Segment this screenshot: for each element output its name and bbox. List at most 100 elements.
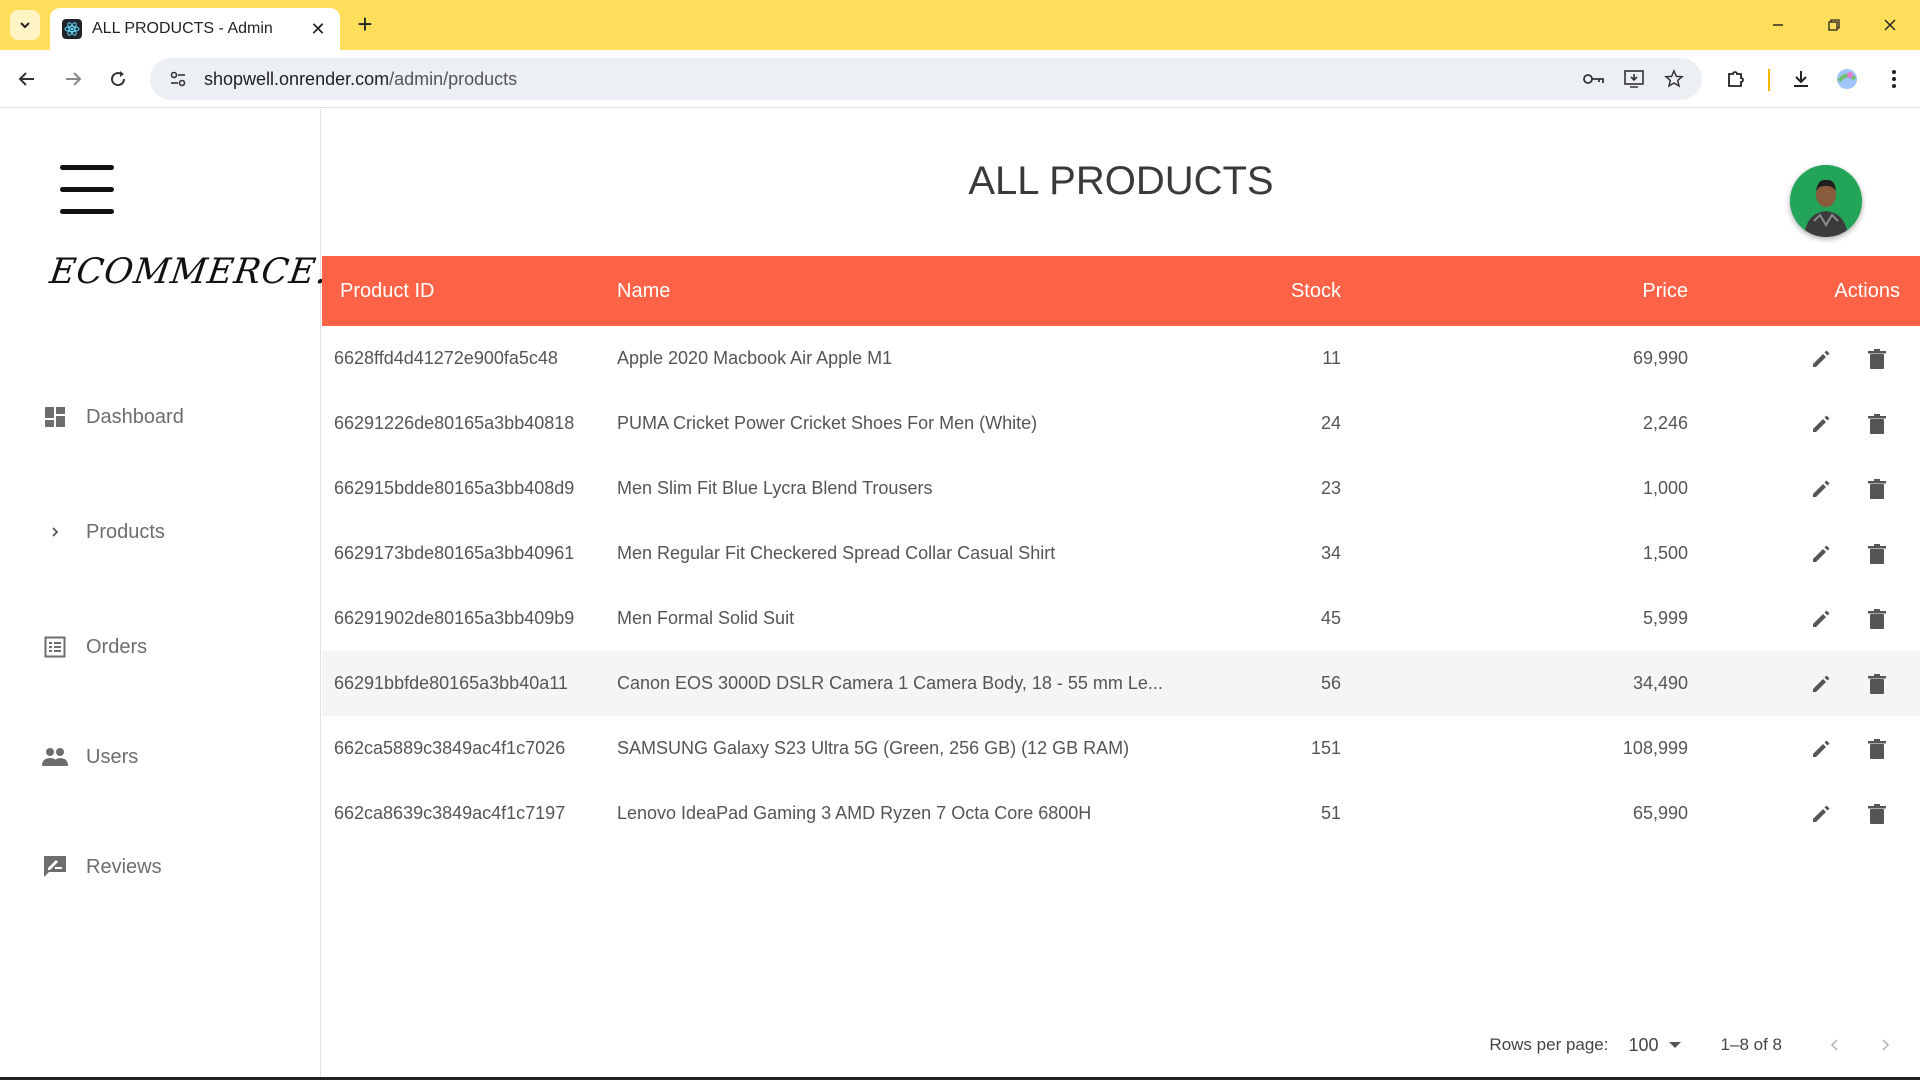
cell-name: Men Formal Solid Suit — [617, 608, 795, 628]
cell-name: Men Regular Fit Checkered Spread Collar … — [617, 543, 1056, 563]
table-row[interactable]: 6628ffd4d41272e900fa5c48 Apple 2020 Macbo… — [322, 326, 1920, 391]
cell-actions — [1688, 734, 1920, 764]
brand-logo[interactable]: ECOMMERCE. — [47, 252, 331, 292]
hamburger-menu-icon[interactable] — [60, 165, 114, 214]
table-row[interactable]: 662ca5889c3849ac4f1c7026 SAMSUNG Galaxy S… — [322, 716, 1920, 781]
tab-title: ALL PRODUCTS - Admin — [92, 20, 273, 37]
delete-icon[interactable] — [1862, 474, 1892, 504]
table-row[interactable]: 6629173bde80165a3bb40961 Men Regular Fit … — [322, 521, 1920, 586]
column-header-name[interactable]: Name — [617, 280, 1187, 303]
restore-icon[interactable] — [1814, 12, 1854, 38]
browser-toolbar: shopwell.onrender.com/admin/products — [0, 50, 1920, 108]
delete-icon[interactable] — [1862, 344, 1892, 374]
sidebar-item-label: Dashboard — [86, 405, 184, 428]
edit-icon[interactable] — [1806, 409, 1836, 439]
table-row[interactable]: 66291bbfde80165a3bb40a11 Canon EOS 3000D … — [322, 651, 1920, 716]
dropdown-arrow-icon — [1668, 1042, 1681, 1048]
cell-name: Men Slim Fit Blue Lycra Blend Trousers — [617, 478, 933, 498]
cell-price: 2,246 — [1642, 413, 1688, 433]
site-settings-icon[interactable] — [166, 67, 190, 91]
cell-actions — [1688, 669, 1920, 699]
new-tab-button[interactable]: + — [350, 11, 380, 38]
cell-price: 34,490 — [1632, 673, 1688, 693]
rate-review-icon — [40, 852, 70, 882]
tab-close-icon[interactable]: ✕ — [308, 19, 328, 40]
password-key-icon[interactable] — [1582, 67, 1606, 91]
table-row[interactable]: 66291902de80165a3bb409b9 Men Formal Solid… — [322, 586, 1920, 651]
list-alt-icon — [40, 632, 70, 662]
cell-actions — [1688, 604, 1920, 634]
edit-icon[interactable] — [1806, 604, 1836, 634]
reload-icon[interactable] — [103, 64, 133, 94]
table-row[interactable]: 66291226de80165a3bb40818 PUMA Cricket Pow… — [322, 391, 1920, 456]
delete-icon[interactable] — [1862, 734, 1892, 764]
cell-actions — [1688, 539, 1920, 569]
extensions-puzzle-icon[interactable] — [1722, 65, 1750, 93]
pagination-range: 1–8 of 8 — [1720, 1035, 1782, 1054]
dashboard-icon — [40, 402, 70, 432]
url-text: shopwell.onrender.com/admin/products — [204, 69, 1566, 90]
column-header-product-id[interactable]: Product ID — [322, 280, 617, 303]
bookmark-star-icon[interactable] — [1662, 67, 1686, 91]
rows-per-page-select[interactable]: 100 — [1629, 1035, 1681, 1056]
sidebar-item-reviews[interactable]: Reviews — [40, 850, 162, 884]
downloads-icon[interactable] — [1787, 65, 1815, 93]
column-header-price[interactable]: Price — [1341, 280, 1688, 303]
url-host: shopwell.onrender.com — [204, 68, 390, 89]
cell-price: 5,999 — [1642, 608, 1688, 628]
cell-stock: 151 — [1310, 738, 1341, 758]
main-content: ALL PRODUCTS Product ID Name Stock Price… — [322, 109, 1920, 1080]
cell-actions — [1688, 409, 1920, 439]
column-header-stock[interactable]: Stock — [1187, 280, 1341, 303]
delete-icon[interactable] — [1862, 799, 1892, 829]
sidebar-item-orders[interactable]: Orders — [40, 630, 147, 664]
edit-icon[interactable] — [1806, 799, 1836, 829]
more-menu-icon[interactable] — [1880, 65, 1908, 93]
cell-stock: 56 — [1320, 673, 1341, 693]
profile-avatar-icon[interactable] — [1833, 65, 1861, 93]
sidebar-item-label: Users — [86, 745, 139, 768]
cell-product-id: 66291bbfde80165a3bb40a11 — [334, 673, 568, 693]
cell-price: 1,000 — [1642, 478, 1688, 498]
cell-actions — [1688, 344, 1920, 374]
toolbar-divider — [1768, 69, 1770, 91]
address-bar[interactable]: shopwell.onrender.com/admin/products — [150, 58, 1702, 100]
avatar[interactable] — [1790, 165, 1862, 237]
edit-icon[interactable] — [1806, 344, 1836, 374]
cell-name: Apple 2020 Macbook Air Apple M1 — [617, 348, 893, 368]
close-window-icon[interactable] — [1870, 12, 1910, 38]
table-row[interactable]: 662ca8639c3849ac4f1c7197 Lenovo IdeaPad G… — [322, 781, 1920, 846]
rows-per-page-label: Rows per page: — [1489, 1035, 1609, 1054]
forward-icon[interactable] — [58, 64, 88, 94]
delete-icon[interactable] — [1862, 539, 1892, 569]
cell-name: SAMSUNG Galaxy S23 Ultra 5G (Green, 256 … — [617, 738, 1130, 758]
sidebar-item-label: Reviews — [86, 855, 162, 878]
minimize-icon[interactable] — [1758, 12, 1798, 38]
sidebar-item-products[interactable]: Products — [40, 515, 165, 549]
back-icon[interactable] — [12, 64, 42, 94]
sidebar-item-users[interactable]: Users — [40, 740, 138, 774]
cell-stock: 45 — [1320, 608, 1341, 628]
column-header-actions: Actions — [1834, 279, 1900, 302]
delete-icon[interactable] — [1862, 409, 1892, 439]
previous-page-icon[interactable] — [1820, 1030, 1850, 1060]
tab-search-button[interactable] — [10, 10, 40, 40]
edit-icon[interactable] — [1806, 539, 1836, 569]
delete-icon[interactable] — [1862, 604, 1892, 634]
edit-icon[interactable] — [1806, 669, 1836, 699]
install-app-icon[interactable] — [1622, 67, 1646, 91]
delete-icon[interactable] — [1862, 669, 1892, 699]
cell-name: Lenovo IdeaPad Gaming 3 AMD Ryzen 7 Octa… — [617, 803, 1092, 823]
cell-stock: 24 — [1320, 413, 1341, 433]
sidebar-item-dashboard[interactable]: Dashboard — [40, 400, 184, 434]
cell-product-id: 662915bdde80165a3bb408d9 — [334, 478, 575, 498]
edit-icon[interactable] — [1806, 734, 1836, 764]
next-page-icon[interactable] — [1870, 1030, 1900, 1060]
cell-product-id: 662ca8639c3849ac4f1c7197 — [334, 803, 566, 823]
browser-tab[interactable]: ALL PRODUCTS - Admin ✕ — [50, 8, 340, 50]
table-row[interactable]: 662915bdde80165a3bb408d9 Men Slim Fit Blu… — [322, 456, 1920, 521]
cell-product-id: 6628ffd4d41272e900fa5c48 — [334, 348, 558, 368]
edit-icon[interactable] — [1806, 474, 1836, 504]
cell-actions — [1688, 799, 1920, 829]
cell-price: 69,990 — [1632, 348, 1688, 368]
